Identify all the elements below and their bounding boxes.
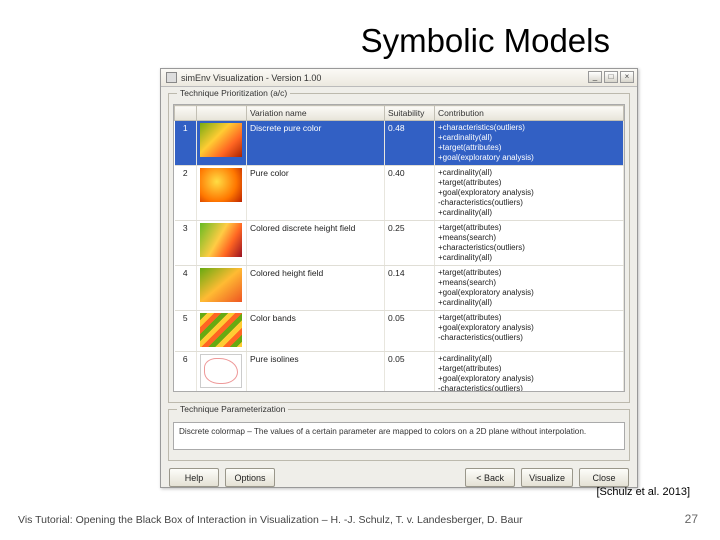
app-icon xyxy=(166,72,177,83)
footer-text: Vis Tutorial: Opening the Black Box of I… xyxy=(18,514,523,526)
titlebar: simEnv Visualization - Version 1.00 _ □ … xyxy=(161,69,637,87)
close-window-button[interactable]: × xyxy=(620,71,634,83)
row-index: 6 xyxy=(175,352,197,393)
table-row[interactable]: 3 Colored discrete height field 0.25 +ta… xyxy=(175,221,624,266)
row-index: 5 xyxy=(175,311,197,352)
visualize-button[interactable]: Visualize xyxy=(521,468,573,487)
button-bar: Help Options < Back Visualize Close xyxy=(161,463,637,493)
page-number: 27 xyxy=(685,512,698,526)
row-thumbnail xyxy=(197,221,247,266)
row-index: 3 xyxy=(175,221,197,266)
row-thumbnail xyxy=(197,121,247,166)
citation-text: [Schulz et al. 2013] xyxy=(596,486,690,498)
row-contribution: +cardinality(all) +target(attributes) +g… xyxy=(435,352,624,393)
row-thumbnail xyxy=(197,166,247,221)
prioritization-group: Technique Prioritization (a/c) Variation… xyxy=(168,93,630,403)
row-suitability: 0.25 xyxy=(385,221,435,266)
col-suitability[interactable]: Suitability xyxy=(385,106,435,121)
row-name: Color bands xyxy=(247,311,385,352)
row-name: Pure isolines xyxy=(247,352,385,393)
app-window: simEnv Visualization - Version 1.00 _ □ … xyxy=(160,68,638,488)
options-button[interactable]: Options xyxy=(225,468,275,487)
maximize-button[interactable]: □ xyxy=(604,71,618,83)
row-thumbnail xyxy=(197,266,247,311)
row-contribution: +cardinality(all) +target(attributes) +g… xyxy=(435,166,624,221)
row-contribution: +target(attributes) +means(search) +char… xyxy=(435,221,624,266)
table-row[interactable]: 1 Discrete pure color 0.48 +characterist… xyxy=(175,121,624,166)
table-row[interactable]: 4 Colored height field 0.14 +target(attr… xyxy=(175,266,624,311)
close-button[interactable]: Close xyxy=(579,468,629,487)
table-header-row: Variation name Suitability Contribution xyxy=(175,106,624,121)
variations-table[interactable]: Variation name Suitability Contribution … xyxy=(173,104,625,392)
row-suitability: 0.40 xyxy=(385,166,435,221)
table-row[interactable]: 5 Color bands 0.05 +target(attributes) +… xyxy=(175,311,624,352)
col-thumb[interactable] xyxy=(197,106,247,121)
group-legend: Technique Prioritization (a/c) xyxy=(177,88,290,98)
slide-title: Symbolic Models xyxy=(361,22,610,60)
col-name[interactable]: Variation name xyxy=(247,106,385,121)
row-contribution: +target(attributes) +goal(exploratory an… xyxy=(435,311,624,352)
help-button[interactable]: Help xyxy=(169,468,219,487)
row-name: Discrete pure color xyxy=(247,121,385,166)
col-index[interactable] xyxy=(175,106,197,121)
group-legend: Technique Parameterization xyxy=(177,404,288,414)
back-button[interactable]: < Back xyxy=(465,468,515,487)
description-text: Discrete colormap – The values of a cert… xyxy=(173,422,625,450)
row-name: Colored discrete height field xyxy=(247,221,385,266)
row-thumbnail xyxy=(197,352,247,393)
row-name: Colored height field xyxy=(247,266,385,311)
parameterization-group: Technique Parameterization Discrete colo… xyxy=(168,409,630,461)
row-index: 4 xyxy=(175,266,197,311)
row-index: 2 xyxy=(175,166,197,221)
table-row[interactable]: 2 Pure color 0.40 +cardinality(all) +tar… xyxy=(175,166,624,221)
row-suitability: 0.05 xyxy=(385,352,435,393)
row-suitability: 0.05 xyxy=(385,311,435,352)
row-contribution: +target(attributes) +means(search) +goal… xyxy=(435,266,624,311)
row-contribution: +characteristics(outliers) +cardinality(… xyxy=(435,121,624,166)
minimize-button[interactable]: _ xyxy=(588,71,602,83)
row-thumbnail xyxy=(197,311,247,352)
row-index: 1 xyxy=(175,121,197,166)
row-suitability: 0.48 xyxy=(385,121,435,166)
window-title: simEnv Visualization - Version 1.00 xyxy=(181,73,321,83)
row-suitability: 0.14 xyxy=(385,266,435,311)
col-contribution[interactable]: Contribution xyxy=(435,106,624,121)
row-name: Pure color xyxy=(247,166,385,221)
table-row[interactable]: 6 Pure isolines 0.05 +cardinality(all) +… xyxy=(175,352,624,393)
